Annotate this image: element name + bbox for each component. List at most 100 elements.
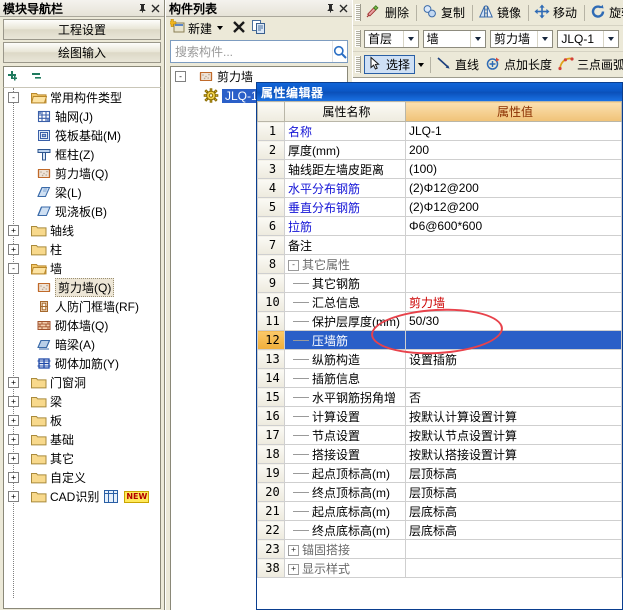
property-name-cell[interactable]: - 其它属性 bbox=[284, 254, 406, 274]
tree-expander-icon[interactable]: + bbox=[8, 225, 19, 236]
toolbar-grip[interactable] bbox=[355, 56, 361, 73]
tree-expander-icon[interactable]: - bbox=[8, 263, 19, 274]
property-row[interactable]: 8- 其它属性 bbox=[257, 254, 622, 274]
tree-item-轴网j[interactable]: 轴网(J) bbox=[4, 107, 160, 126]
tree-item-砌体墙q[interactable]: 砌体墙(Q) bbox=[4, 316, 160, 335]
chevron-down-icon[interactable] bbox=[402, 30, 418, 47]
property-value-cell[interactable]: 层底标高 bbox=[405, 520, 622, 540]
property-value-cell[interactable]: (2)Φ12@200 bbox=[405, 197, 622, 217]
property-name-cell[interactable]: 厚度(mm) bbox=[284, 140, 406, 160]
delete-component-button[interactable] bbox=[232, 20, 246, 37]
property-row[interactable]: 5 垂直分布钢筋 (2)Φ12@200 bbox=[257, 197, 622, 217]
copy-component-button[interactable] bbox=[252, 19, 267, 37]
property-name-cell[interactable]: 汇总信息 bbox=[284, 292, 406, 312]
tree-item-门窗洞[interactable]: + 门窗洞 bbox=[4, 373, 160, 392]
property-value-cell[interactable] bbox=[405, 330, 622, 350]
property-value-cell[interactable] bbox=[405, 368, 622, 388]
pin-icon[interactable] bbox=[136, 2, 149, 15]
tree-expander-icon[interactable]: + bbox=[8, 244, 19, 255]
property-value-cell[interactable] bbox=[405, 254, 622, 274]
property-name-cell[interactable]: 终点顶标高(m) bbox=[284, 482, 406, 502]
tree-expander-icon[interactable]: + bbox=[8, 453, 19, 464]
property-row[interactable]: 11 保护层厚度(mm) 50/30 bbox=[257, 311, 622, 331]
add-plus-icon[interactable] bbox=[8, 70, 24, 84]
property-name-cell[interactable]: 压墙筋 bbox=[284, 330, 406, 350]
chevron-down-icon[interactable] bbox=[537, 30, 552, 47]
tree-item-cad识别[interactable]: + CAD识别 NEW bbox=[4, 487, 160, 506]
toolbar-button-镜像[interactable]: 镜像 bbox=[476, 3, 525, 22]
toolbar-button-移动[interactable]: 移动 bbox=[532, 3, 581, 22]
tree-expander-icon[interactable]: + bbox=[8, 472, 19, 483]
property-value-cell[interactable]: 50/30 bbox=[405, 311, 622, 331]
tree-item-其它[interactable]: + 其它 bbox=[4, 449, 160, 468]
property-value-cell[interactable]: 层顶标高 bbox=[405, 482, 622, 502]
toolbar-button-复制[interactable]: 复制 bbox=[420, 3, 469, 22]
draw-button-点加长度[interactable]: 点加长度 bbox=[483, 55, 556, 74]
tree-item-柱[interactable]: + 柱 bbox=[4, 240, 160, 259]
tree-item-剪力墙q[interactable]: 剪力墙(Q) bbox=[4, 164, 160, 183]
context-combo-1[interactable]: 墙 bbox=[422, 29, 486, 48]
group-expander-icon[interactable]: + bbox=[288, 544, 299, 556]
tree-expander-icon[interactable]: - bbox=[175, 71, 186, 82]
draw-button-三点画弧[interactable]: 三点画弧 bbox=[556, 55, 623, 74]
property-value-cell[interactable]: 否 bbox=[405, 387, 622, 407]
property-value-cell[interactable]: 200 bbox=[405, 140, 622, 160]
property-row[interactable]: 18 搭接设置 按默认搭接设置计算 bbox=[257, 444, 622, 464]
tree-item-人防门框墙rf[interactable]: 人防门框墙(RF) bbox=[4, 297, 160, 316]
tree-expander-icon[interactable]: + bbox=[8, 434, 19, 445]
property-row[interactable]: 23 + 锚固搭接 bbox=[257, 539, 622, 559]
property-row[interactable]: 2 厚度(mm) 200 bbox=[257, 140, 622, 160]
property-name-cell[interactable]: + 显示样式 bbox=[284, 558, 406, 578]
project-settings-button[interactable]: 工程设置 bbox=[3, 19, 161, 40]
property-value-cell[interactable]: 按默认搭接设置计算 bbox=[405, 444, 622, 464]
property-name-cell[interactable]: 终点底标高(m) bbox=[284, 520, 406, 540]
context-combo-0[interactable]: 首层 bbox=[364, 29, 419, 48]
property-name-cell[interactable]: 起点顶标高(m) bbox=[284, 463, 406, 483]
tree-item-框柱z[interactable]: 框柱(Z) bbox=[4, 145, 160, 164]
draw-button-选择[interactable]: 选择 bbox=[364, 55, 416, 74]
property-name-cell[interactable]: 节点设置 bbox=[284, 425, 406, 445]
property-value-cell[interactable]: (2)Φ12@200 bbox=[405, 178, 622, 198]
tree-expander-icon[interactable]: - bbox=[8, 92, 19, 103]
tree-expander-icon[interactable]: + bbox=[8, 415, 19, 426]
tree-item-墙[interactable]: - 墙 bbox=[4, 259, 160, 278]
property-name-cell[interactable]: 垂直分布钢筋 bbox=[284, 197, 406, 217]
search-icon[interactable] bbox=[332, 41, 347, 62]
tree-item-梁[interactable]: + 梁 bbox=[4, 392, 160, 411]
property-value-cell[interactable]: 按默认节点设置计算 bbox=[405, 425, 622, 445]
context-combo-2[interactable]: 剪力墙 bbox=[489, 29, 554, 48]
property-row[interactable]: 16 计算设置 按默认计算设置计算 bbox=[257, 406, 622, 426]
property-value-cell[interactable] bbox=[405, 558, 622, 578]
property-row[interactable]: 12 压墙筋 bbox=[257, 330, 622, 350]
property-name-cell[interactable]: 名称 bbox=[284, 121, 406, 141]
tree-item-轴线[interactable]: + 轴线 bbox=[4, 221, 160, 240]
tree-expander-icon[interactable]: + bbox=[8, 491, 19, 502]
property-name-cell[interactable]: 起点底标高(m) bbox=[284, 501, 406, 521]
module-tree[interactable]: - 常用构件类型 轴网(J) 筏板基础(M) 框柱(Z) 剪力墙(Q) 梁(L)… bbox=[3, 87, 161, 609]
property-row[interactable]: 38 + 显示样式 bbox=[257, 558, 622, 578]
chevron-down-icon[interactable] bbox=[217, 26, 224, 30]
tree-item-自定义[interactable]: + 自定义 bbox=[4, 468, 160, 487]
property-row[interactable]: 14 插筋信息 bbox=[257, 368, 622, 388]
new-component-button[interactable]: 新建 bbox=[168, 18, 226, 37]
tree-expander-icon[interactable]: + bbox=[8, 396, 19, 407]
property-row[interactable]: 6 拉筋 Φ6@600*600 bbox=[257, 216, 622, 236]
toolbar-grip[interactable] bbox=[355, 30, 361, 47]
toolbar-button-旋转[interactable]: 旋转 bbox=[588, 3, 623, 22]
tree-item-基础[interactable]: + 基础 bbox=[4, 430, 160, 449]
property-row[interactable]: 20 终点顶标高(m) 层顶标高 bbox=[257, 482, 622, 502]
property-value-cell[interactable] bbox=[405, 273, 622, 293]
property-value-cell[interactable]: 剪力墙 bbox=[405, 292, 622, 312]
property-row[interactable]: 1 名称 JLQ-1 bbox=[257, 121, 622, 141]
property-name-cell[interactable]: 轴线距左墙皮距离 bbox=[284, 159, 406, 179]
search-component-row[interactable] bbox=[170, 40, 348, 63]
close-icon[interactable] bbox=[337, 2, 350, 15]
property-row[interactable]: 3 轴线距左墙皮距离 (100) bbox=[257, 159, 622, 179]
property-value-cell[interactable]: (100) bbox=[405, 159, 622, 179]
property-value-cell[interactable]: 按默认计算设置计算 bbox=[405, 406, 622, 426]
drawing-input-button[interactable]: 绘图输入 bbox=[3, 42, 161, 63]
property-name-cell[interactable]: 水平分布钢筋 bbox=[284, 178, 406, 198]
property-row[interactable]: 9 其它钢筋 bbox=[257, 273, 622, 293]
toolbar-button-删除[interactable]: 删除 bbox=[364, 3, 413, 22]
property-name-cell[interactable]: + 锚固搭接 bbox=[284, 539, 406, 559]
